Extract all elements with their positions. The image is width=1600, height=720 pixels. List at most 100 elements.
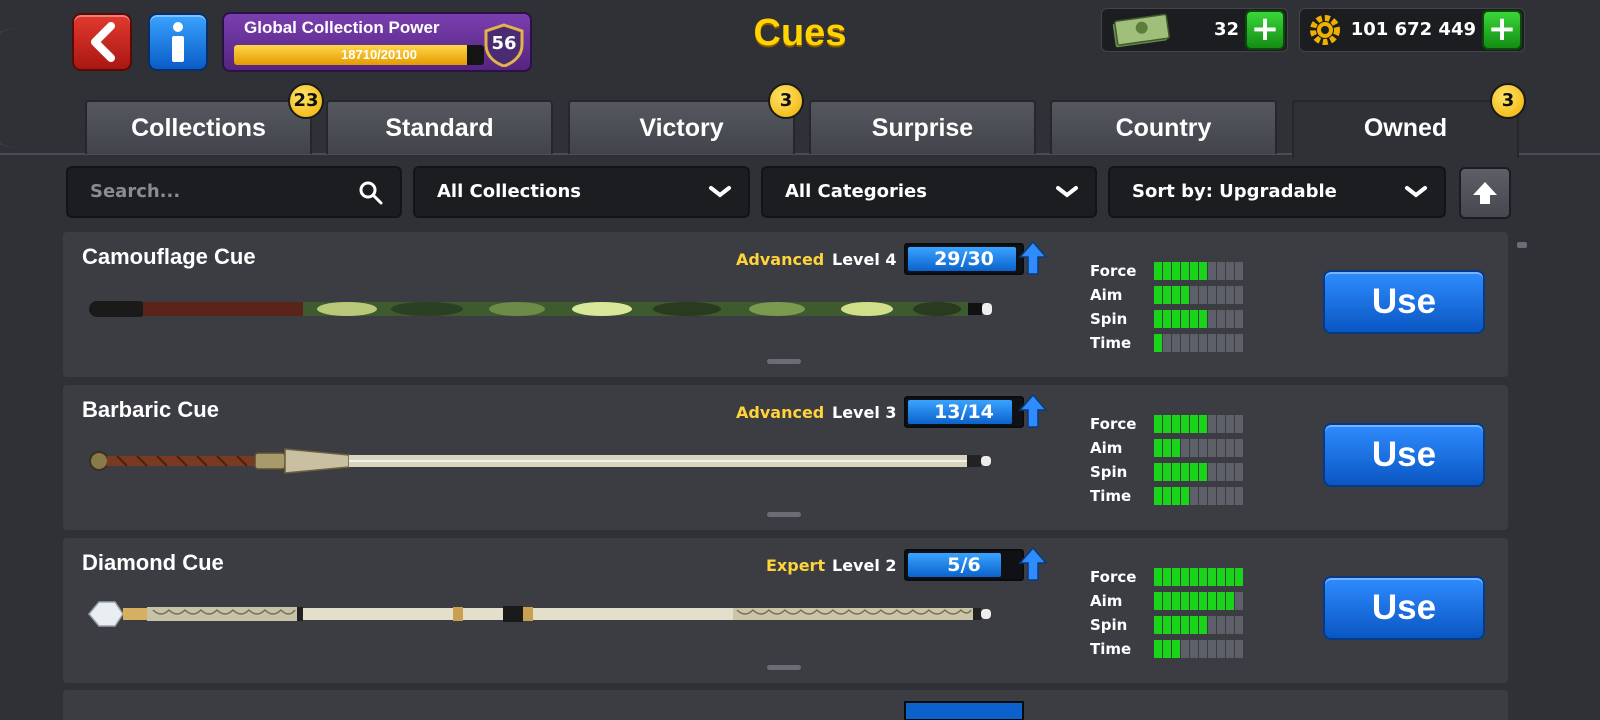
tab-country[interactable]: Country	[1050, 100, 1277, 154]
stat-segment	[1217, 439, 1225, 457]
stat-segment	[1199, 592, 1207, 610]
stat-segment	[1154, 487, 1162, 505]
stat-segment	[1181, 616, 1189, 634]
stat-label-time: Time	[1090, 334, 1132, 352]
sort-dropdown[interactable]: Sort by: Upgradable	[1108, 166, 1446, 218]
stat-label-aim: Aim	[1090, 286, 1123, 304]
stat-segment	[1217, 463, 1225, 481]
tab-label: Surprise	[871, 114, 974, 142]
stat-segment	[1208, 415, 1216, 433]
stat-segment	[1208, 568, 1216, 586]
search-icon	[359, 181, 383, 205]
stat-bar-aim	[1154, 592, 1244, 610]
stat-segment	[1172, 334, 1180, 352]
tab-victory[interactable]: Victory	[568, 100, 795, 154]
use-button[interactable]: Use	[1323, 423, 1485, 487]
cue-card-partial[interactable]	[63, 690, 1508, 720]
stat-label-time: Time	[1090, 640, 1132, 658]
cue-card-camouflage[interactable]: Camouflage Cue Advanced Level 4 29/30 Fo…	[63, 232, 1508, 377]
stat-segment	[1217, 262, 1225, 280]
collections-dropdown[interactable]: All Collections	[413, 166, 750, 218]
stat-segment	[1217, 286, 1225, 304]
chevron-down-icon	[1405, 186, 1427, 198]
stat-segment	[1172, 262, 1180, 280]
cue-card-diamond[interactable]: Diamond Cue Expert Level 2 5/6 Force Aim…	[63, 538, 1508, 683]
stat-segment	[1163, 463, 1171, 481]
stat-segment	[1235, 463, 1243, 481]
use-button[interactable]: Use	[1323, 270, 1485, 334]
stat-segment	[1199, 334, 1207, 352]
owned-badge: 3	[1490, 83, 1526, 119]
categories-dropdown[interactable]: All Categories	[761, 166, 1097, 218]
stat-segment	[1226, 616, 1234, 634]
cue-progress-bar: 5/6	[904, 549, 1024, 581]
sort-up-arrow-icon	[1473, 182, 1497, 204]
stat-segment	[1235, 568, 1243, 586]
stat-segment	[1154, 439, 1162, 457]
cash-counter: 32 +	[1101, 8, 1288, 52]
cue-progress-text: 13/14	[934, 401, 994, 423]
stat-segment	[1226, 592, 1234, 610]
stat-segment	[1199, 262, 1207, 280]
stat-segment	[1181, 262, 1189, 280]
stat-segment	[1181, 310, 1189, 328]
stat-segment	[1181, 415, 1189, 433]
chevron-down-icon	[1056, 186, 1078, 198]
stat-segment	[1190, 286, 1198, 304]
tab-standard[interactable]: Standard	[326, 100, 553, 154]
tab-collections[interactable]: Collections	[85, 100, 312, 154]
stat-segment	[1190, 262, 1198, 280]
stat-segment	[1208, 439, 1216, 457]
expand-handle[interactable]	[767, 359, 801, 364]
back-button[interactable]	[72, 13, 132, 71]
stat-bar-spin	[1154, 463, 1244, 481]
stat-bar-force	[1154, 415, 1244, 433]
back-arrow-icon	[91, 22, 115, 62]
tab-surprise[interactable]: Surprise	[809, 100, 1036, 154]
cue-level: Level 2	[832, 556, 897, 575]
search-box[interactable]	[66, 166, 402, 218]
stat-segment	[1163, 415, 1171, 433]
add-cash-button[interactable]: +	[1245, 10, 1285, 50]
search-input[interactable]	[90, 181, 340, 202]
global-collection-power[interactable]: Global Collection Power 18710/20100 56	[222, 12, 532, 72]
stat-segment	[1172, 592, 1180, 610]
power-title: Global Collection Power	[244, 18, 440, 37]
stat-segment	[1172, 439, 1180, 457]
stat-segment	[1190, 415, 1198, 433]
expand-handle[interactable]	[767, 512, 801, 517]
stat-segment	[1163, 640, 1171, 658]
collections-dropdown-value: All Collections	[437, 181, 581, 202]
stat-segment	[1217, 640, 1225, 658]
tab-label: Owned	[1363, 114, 1448, 142]
scrollbar-thumb[interactable]	[1517, 242, 1527, 248]
stat-segment	[1163, 568, 1171, 586]
info-icon	[172, 22, 184, 62]
use-button[interactable]: Use	[1323, 576, 1485, 640]
stat-segment	[1154, 262, 1162, 280]
stat-segment	[1226, 439, 1234, 457]
tab-owned[interactable]: Owned	[1292, 100, 1519, 158]
stat-label-spin: Spin	[1090, 616, 1128, 634]
cue-name: Barbaric Cue	[82, 397, 219, 422]
stat-segment	[1163, 334, 1171, 352]
stat-segment	[1208, 310, 1216, 328]
stat-segment	[1226, 487, 1234, 505]
stat-segment	[1154, 286, 1162, 304]
stat-label-aim: Aim	[1090, 592, 1123, 610]
cue-tier: Expert	[766, 556, 826, 575]
stat-segment	[1208, 592, 1216, 610]
stat-segment	[1172, 415, 1180, 433]
expand-handle[interactable]	[767, 665, 801, 670]
stat-bar-force	[1154, 262, 1244, 280]
stat-segment	[1199, 415, 1207, 433]
stat-segment	[1199, 616, 1207, 634]
stat-segment	[1181, 463, 1189, 481]
stat-segment	[1217, 415, 1225, 433]
sort-direction-button[interactable]	[1459, 167, 1511, 219]
power-level-badge: 56	[482, 23, 526, 67]
add-coins-button[interactable]: +	[1482, 10, 1522, 50]
info-button[interactable]	[148, 13, 208, 71]
cue-card-barbaric[interactable]: Barbaric Cue Advanced Level 3 13/14 Forc…	[63, 385, 1508, 530]
stat-segment	[1208, 487, 1216, 505]
